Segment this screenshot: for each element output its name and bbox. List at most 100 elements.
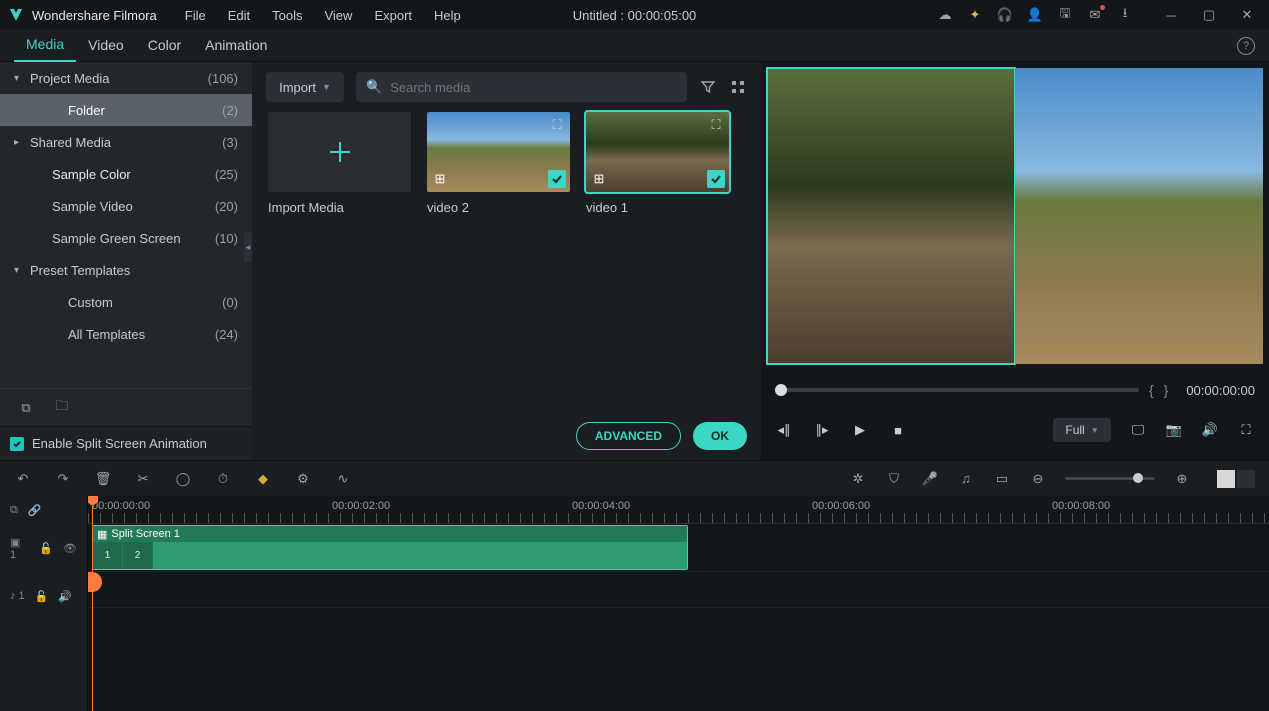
sidebar-item-project-media[interactable]: ▾Project Media(106) bbox=[0, 62, 252, 94]
split-button[interactable]: ✂ bbox=[134, 470, 152, 488]
sidebar-item-sample-color[interactable]: Sample Color(25) bbox=[0, 158, 252, 190]
lock-icon[interactable]: 🔓 bbox=[35, 590, 49, 603]
zoom-in-button[interactable]: ⊕ bbox=[1173, 470, 1191, 488]
sidebar-collapse-handle[interactable]: ◂ bbox=[244, 232, 252, 262]
menu-help[interactable]: Help bbox=[424, 4, 471, 27]
search-input[interactable]: 🔍 bbox=[356, 72, 687, 102]
media-thumb-import-media[interactable]: Import Media bbox=[268, 112, 411, 215]
undo-button[interactable]: ↶ bbox=[14, 470, 32, 488]
sidebar-item-all-templates[interactable]: All Templates(24) bbox=[0, 318, 252, 350]
folder-icon[interactable]: 🗀 bbox=[54, 400, 70, 416]
speed-button[interactable]: ⏱ bbox=[214, 470, 232, 488]
eye-icon[interactable]: 👁 bbox=[63, 542, 77, 555]
audio-fade-handle[interactable] bbox=[88, 572, 102, 592]
user-icon[interactable]: 👤 bbox=[1027, 7, 1043, 23]
ok-button[interactable]: OK bbox=[693, 422, 747, 450]
headphones-icon[interactable]: 🎧 bbox=[997, 7, 1013, 23]
media-thumb-video-1[interactable]: ⛶⊞video 1 bbox=[586, 112, 729, 215]
close-button[interactable]: ✕ bbox=[1233, 1, 1261, 29]
new-folder-icon[interactable]: ⧉ bbox=[18, 400, 34, 416]
link-icon[interactable]: 🔗 bbox=[28, 504, 42, 517]
video-track[interactable]: ▦Split Screen 1 12 bbox=[88, 524, 1269, 572]
menu-tools[interactable]: Tools bbox=[262, 4, 312, 27]
marker-icon[interactable]: ⛉ bbox=[885, 470, 903, 488]
help-icon[interactable]: ? bbox=[1237, 37, 1255, 55]
expand-icon[interactable]: ⛶ bbox=[707, 116, 725, 134]
menu-export[interactable]: Export bbox=[364, 4, 422, 27]
add-to-timeline-icon[interactable]: ⊞ bbox=[431, 170, 449, 188]
grid-view-icon[interactable] bbox=[729, 78, 747, 96]
mark-in-icon[interactable]: { bbox=[1149, 382, 1154, 398]
prev-frame-button[interactable]: ◂∥ bbox=[775, 421, 793, 439]
document-title: Untitled : 00:00:05:00 bbox=[573, 8, 697, 23]
sidebar-item-sample-green-screen[interactable]: Sample Green Screen(10) bbox=[0, 222, 252, 254]
cloud-icon[interactable]: ☁ bbox=[937, 7, 953, 23]
aspect-ratio-select[interactable]: Full▼ bbox=[1053, 418, 1111, 442]
split-screen-slot-2[interactable] bbox=[1015, 68, 1263, 364]
mixer-icon[interactable]: ♫ bbox=[957, 470, 975, 488]
sidebar-item-folder[interactable]: Folder(2) bbox=[0, 94, 252, 126]
clip-slot[interactable]: 2 bbox=[123, 542, 153, 569]
audio-track-header[interactable]: ♪ 1 🔓 🔊 bbox=[0, 572, 87, 620]
lock-icon[interactable]: 🔓 bbox=[39, 542, 53, 555]
caption-icon[interactable]: ▭ bbox=[993, 470, 1011, 488]
timeline-mode-b[interactable] bbox=[1237, 470, 1255, 488]
save-icon[interactable]: 🖫 bbox=[1057, 7, 1073, 23]
sparkle-icon[interactable]: ✦ bbox=[967, 7, 983, 23]
zoom-out-button[interactable]: ⊖ bbox=[1029, 470, 1047, 488]
mark-out-icon[interactable]: } bbox=[1164, 382, 1169, 398]
volume-icon[interactable]: 🔊 bbox=[1201, 421, 1219, 439]
clip-split-screen-1[interactable]: ▦Split Screen 1 12 bbox=[92, 525, 688, 570]
import-button[interactable]: Import ▼ bbox=[266, 72, 344, 102]
advanced-button[interactable]: ADVANCED bbox=[576, 422, 681, 450]
render-icon[interactable]: ✲ bbox=[849, 470, 867, 488]
playhead[interactable] bbox=[92, 496, 93, 711]
sidebar-item-sample-video[interactable]: Sample Video(20) bbox=[0, 190, 252, 222]
main-menu: FileEditToolsViewExportHelp bbox=[175, 4, 471, 27]
tab-animation[interactable]: Animation bbox=[193, 31, 279, 61]
menu-view[interactable]: View bbox=[314, 4, 362, 27]
menu-file[interactable]: File bbox=[175, 4, 216, 27]
delete-button[interactable]: 🗑 bbox=[94, 470, 112, 488]
play-button[interactable]: ▶ bbox=[851, 421, 869, 439]
next-frame-button[interactable]: ∥▸ bbox=[813, 421, 831, 439]
media-browser: ◂ Import ▼ 🔍 Import Media⛶⊞video 2⛶⊞vide… bbox=[252, 62, 761, 460]
audio-track[interactable] bbox=[88, 572, 1269, 608]
download-icon[interactable]: ⭳ bbox=[1117, 7, 1133, 23]
adjust-button[interactable]: ⚙ bbox=[294, 470, 312, 488]
media-thumb-video-2[interactable]: ⛶⊞video 2 bbox=[427, 112, 570, 215]
tab-media[interactable]: Media bbox=[14, 30, 76, 62]
timeline-settings-icon[interactable]: ⧉ bbox=[10, 504, 18, 517]
redo-button[interactable]: ↷ bbox=[54, 470, 72, 488]
add-to-timeline-icon[interactable]: ⊞ bbox=[590, 170, 608, 188]
video-track-header[interactable]: ▣ 1 🔓 👁 bbox=[0, 524, 87, 572]
split-screen-slot-1[interactable] bbox=[767, 68, 1015, 364]
maximize-button[interactable]: ▢ bbox=[1195, 1, 1223, 29]
preview-scrubber[interactable] bbox=[775, 388, 1139, 392]
filter-icon[interactable] bbox=[699, 78, 717, 96]
audio-waveform-button[interactable]: ∿ bbox=[334, 470, 352, 488]
menu-edit[interactable]: Edit bbox=[218, 4, 260, 27]
timeline-mode-a[interactable] bbox=[1217, 470, 1235, 488]
expand-icon[interactable]: ⛶ bbox=[548, 116, 566, 134]
mute-icon[interactable]: 🔊 bbox=[58, 590, 72, 603]
keyframe-button[interactable]: ◆ bbox=[254, 470, 272, 488]
snapshot-icon[interactable]: 📷 bbox=[1165, 421, 1183, 439]
mail-icon[interactable]: ✉ bbox=[1087, 7, 1103, 23]
minimize-button[interactable]: ─ bbox=[1157, 1, 1185, 29]
display-icon[interactable]: 🖵 bbox=[1129, 421, 1147, 439]
timeline-ruler[interactable]: 00:00:00:0000:00:02:0000:00:04:0000:00:0… bbox=[88, 496, 1269, 524]
sidebar-item-custom[interactable]: Custom(0) bbox=[0, 286, 252, 318]
sidebar-item-preset-templates[interactable]: ▾Preset Templates bbox=[0, 254, 252, 286]
mic-icon[interactable]: 🎤 bbox=[921, 470, 939, 488]
clip-slot[interactable]: 1 bbox=[93, 542, 123, 569]
split-screen-animation-toggle[interactable]: Enable Split Screen Animation bbox=[0, 426, 252, 460]
tab-video[interactable]: Video bbox=[76, 31, 136, 61]
crop-button[interactable]: ◯ bbox=[174, 470, 192, 488]
tab-color[interactable]: Color bbox=[136, 31, 193, 61]
preview-canvas[interactable] bbox=[767, 68, 1263, 364]
sidebar-item-shared-media[interactable]: ▸Shared Media(3) bbox=[0, 126, 252, 158]
zoom-slider[interactable] bbox=[1065, 477, 1155, 480]
stop-button[interactable]: ■ bbox=[889, 421, 907, 439]
fullscreen-icon[interactable]: ⛶ bbox=[1237, 421, 1255, 439]
